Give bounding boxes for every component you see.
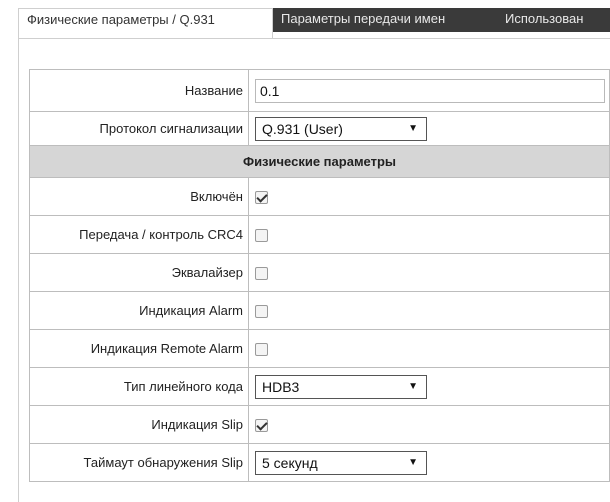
slip-checkbox[interactable] xyxy=(255,419,268,433)
equalizer-label: Эквалайзер xyxy=(29,253,249,292)
slip-timeout-select[interactable]: 5 секунд ▼ xyxy=(255,450,427,475)
tab-physical-q931[interactable]: Физические параметры / Q.931 xyxy=(18,8,273,39)
row-name: Название xyxy=(29,69,610,112)
equalizer-checkbox[interactable] xyxy=(255,267,268,281)
remote-alarm-label: Индикация Remote Alarm xyxy=(29,329,249,368)
crc4-label: Передача / контроль CRC4 xyxy=(29,215,249,254)
row-crc4: Передача / контроль CRC4 xyxy=(29,215,610,254)
remote-alarm-checkbox[interactable] xyxy=(255,343,268,357)
triangle-down-icon: ▼ xyxy=(408,122,418,134)
protocol-label: Протокол сигнализации xyxy=(29,111,249,146)
row-slip-timeout: Таймаут обнаружения Slip 5 секунд ▼ xyxy=(29,443,610,482)
protocol-select-value: Q.931 (User) xyxy=(262,120,343,137)
section-header: Физические параметры xyxy=(29,145,610,178)
name-label: Название xyxy=(29,69,249,112)
name-input[interactable] xyxy=(255,78,605,103)
enabled-label: Включён xyxy=(29,177,249,216)
line-code-select-value: HDB3 xyxy=(262,378,300,395)
row-remote-alarm: Индикация Remote Alarm xyxy=(29,329,610,368)
line-code-label: Тип линейного кода xyxy=(29,367,249,406)
alarm-label: Индикация Alarm xyxy=(29,291,249,330)
alarm-checkbox[interactable] xyxy=(255,305,268,319)
tab-name-transfer[interactable]: Параметры передачи имен xyxy=(273,8,497,32)
triangle-down-icon: ▼ xyxy=(408,456,418,468)
row-equalizer: Эквалайзер xyxy=(29,253,610,292)
tab-bar: Параметры передачи имен Использован Физи… xyxy=(0,0,610,39)
slip-label: Индикация Slip xyxy=(29,405,249,444)
triangle-down-icon: ▼ xyxy=(408,380,418,392)
line-code-select[interactable]: HDB3 ▼ xyxy=(255,374,427,399)
tab-usage[interactable]: Использован xyxy=(497,8,610,32)
crc4-checkbox[interactable] xyxy=(255,229,268,243)
enabled-checkbox[interactable] xyxy=(255,191,268,205)
slip-timeout-select-value: 5 секунд xyxy=(262,454,318,471)
row-line-code: Тип линейного кода HDB3 ▼ xyxy=(29,367,610,406)
row-slip: Индикация Slip xyxy=(29,405,610,444)
row-enabled: Включён xyxy=(29,177,610,216)
settings-form: Название Протокол сигнализации Q.931 (Us… xyxy=(29,69,610,482)
protocol-select[interactable]: Q.931 (User) ▼ xyxy=(255,116,427,141)
section-title: Физические параметры xyxy=(29,145,610,178)
slip-timeout-label: Таймаут обнаружения Slip xyxy=(29,443,249,482)
row-protocol: Протокол сигнализации Q.931 (User) ▼ xyxy=(29,111,610,146)
row-alarm: Индикация Alarm xyxy=(29,291,610,330)
